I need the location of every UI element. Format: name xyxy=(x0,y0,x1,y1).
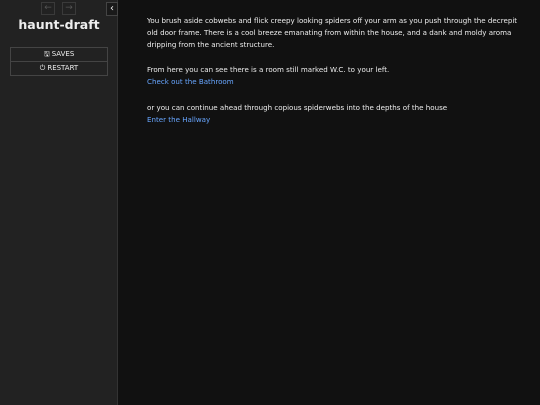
passage-intro: You brush aside cobwebs and flick creepy… xyxy=(147,16,518,49)
story-passage: You brush aside cobwebs and flick creepy… xyxy=(147,15,522,140)
history-forward-button[interactable]: → xyxy=(62,2,76,15)
ui-sidebar: ← → ‹ haunt-draft 🖫 SAVES ⏻ RESTART xyxy=(0,0,118,405)
saves-label: SAVES xyxy=(51,50,75,58)
hallway-link[interactable]: Enter the Hallway xyxy=(147,115,210,124)
arrow-right-icon: → xyxy=(65,3,73,13)
passage-room-text: From here you can see there is a room st… xyxy=(147,65,390,75)
restart-label: RESTART xyxy=(47,64,79,72)
saves-button[interactable]: 🖫 SAVES xyxy=(10,47,108,62)
power-icon: ⏻ xyxy=(39,64,46,72)
floppy-disk-icon: 🖫 xyxy=(43,50,50,58)
passage-room-section: From here you can see there is a room st… xyxy=(147,64,522,88)
passage-continue-section: or you can continue ahead through copiou… xyxy=(147,102,522,126)
sidebar-toggle-button[interactable]: ‹ xyxy=(106,2,118,16)
passage-continue-text: or you can continue ahead through copiou… xyxy=(147,102,448,112)
bathroom-link[interactable]: Check out the Bathroom xyxy=(147,77,234,86)
history-back-button[interactable]: ← xyxy=(41,2,55,15)
arrow-left-icon: ← xyxy=(44,3,52,13)
restart-button[interactable]: ⏻ RESTART xyxy=(10,62,108,76)
story-title: haunt-draft xyxy=(18,17,100,32)
story-app: ← → ‹ haunt-draft 🖫 SAVES ⏻ RESTART You br… xyxy=(0,0,540,405)
chevron-left-icon: ‹ xyxy=(110,3,114,14)
